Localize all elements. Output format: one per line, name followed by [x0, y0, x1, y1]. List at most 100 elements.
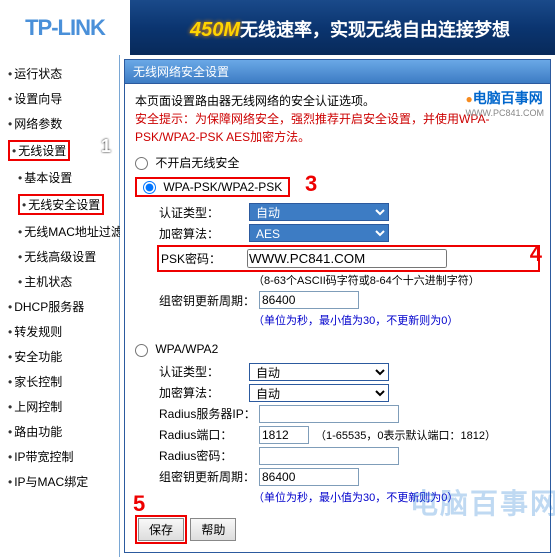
- sidebar-item-0[interactable]: •运行状态: [0, 61, 119, 86]
- sidebar-item-label: IP带宽控制: [14, 450, 73, 464]
- bullet-icon: •: [8, 117, 12, 131]
- radius-pw-label: Radius密码：: [159, 447, 259, 464]
- rekey-input[interactable]: [259, 291, 359, 309]
- wpa-rekey-hint: （单位为秒，最小值为30，不更新则为0）: [253, 489, 540, 505]
- bullet-icon: •: [8, 375, 12, 389]
- sidebar-item-11[interactable]: •安全功能: [0, 344, 119, 369]
- bullet-icon: •: [8, 67, 12, 81]
- annotation-5: 5: [133, 491, 145, 517]
- wpa-auth-select[interactable]: 自动: [249, 363, 389, 381]
- save-button[interactable]: 保存: [138, 518, 184, 541]
- sidebar-item-label: 设置向导: [14, 92, 62, 106]
- sidebar-item-9[interactable]: •DHCP服务器: [0, 294, 119, 319]
- wpa-rekey-label: 组密钥更新周期：: [159, 468, 259, 485]
- bullet-icon: •: [8, 475, 12, 489]
- psk-row: PSK密码：: [157, 245, 540, 272]
- radius-port-hint: （1-65535，0表示默认端口：1812）: [315, 427, 496, 443]
- header: TP-LINK 450M无线速率，实现无线自由连接梦想: [0, 0, 555, 55]
- sidebar-item-label: 安全功能: [14, 350, 62, 364]
- sidebar-item-label: DHCP服务器: [14, 300, 84, 314]
- sidebar-item-label: 无线MAC地址过滤: [24, 225, 123, 239]
- sidebar-item-4[interactable]: •基本设置: [0, 165, 119, 190]
- sidebar-item-label: 无线设置: [18, 144, 66, 158]
- sidebar-item-label: 网络参数: [14, 117, 62, 131]
- wpa-rekey-row: 组密钥更新周期：: [159, 468, 540, 486]
- enc-algo-select[interactable]: AES: [249, 224, 389, 242]
- watermark: ●电脑百事网 WWW.PC841.COM: [465, 88, 544, 118]
- wpa-enc-label: 加密算法：: [159, 384, 249, 401]
- opt-wpa-label: WPA/WPA2: [155, 342, 218, 356]
- sidebar-item-13[interactable]: •上网控制: [0, 394, 119, 419]
- sidebar-item-label: 家长控制: [14, 375, 62, 389]
- enc-algo-label: 加密算法：: [159, 225, 249, 242]
- radius-ip-row: Radius服务器IP：: [159, 405, 540, 423]
- sidebar-item-12[interactable]: •家长控制: [0, 369, 119, 394]
- banner-text: 450M无线速率，实现无线自由连接梦想: [190, 16, 510, 42]
- sidebar-item-label: 无线安全设置: [28, 198, 100, 212]
- sidebar-item-label: 主机状态: [24, 275, 72, 289]
- rekey-hint: （单位为秒，最小值为30，不更新则为0）: [253, 312, 540, 328]
- radius-ip-input[interactable]: [259, 405, 399, 423]
- bullet-icon: •: [8, 400, 12, 414]
- panel-body: ●电脑百事网 WWW.PC841.COM 本页面设置路由器无线网络的安全认证选项…: [124, 84, 551, 553]
- main-panel: 无线网络安全设置 ●电脑百事网 WWW.PC841.COM 本页面设置路由器无线…: [120, 55, 555, 557]
- sidebar-item-15[interactable]: •IP带宽控制: [0, 444, 119, 469]
- sidebar-item-label: 上网控制: [14, 400, 62, 414]
- sidebar-item-8[interactable]: •主机状态: [0, 269, 119, 294]
- bullet-icon: •: [18, 250, 22, 264]
- psk-input[interactable]: [247, 249, 447, 268]
- bullet-icon: •: [22, 198, 26, 212]
- radius-port-label: Radius端口：: [159, 426, 259, 443]
- wpa-enc-row: 加密算法： 自动: [159, 384, 540, 402]
- radio-none[interactable]: [135, 157, 148, 170]
- sidebar-item-14[interactable]: •路由功能: [0, 419, 119, 444]
- sidebar-item-1[interactable]: •设置向导: [0, 86, 119, 111]
- rekey-row: 组密钥更新周期：: [159, 291, 540, 309]
- sidebar-item-label: 转发规则: [14, 325, 62, 339]
- sidebar-item-6[interactable]: •无线MAC地址过滤: [0, 219, 119, 244]
- psk-hint: （8-63个ASCII码字符或8-64个十六进制字符）: [253, 272, 540, 288]
- sidebar-item-5[interactable]: •无线安全设置2: [0, 190, 119, 219]
- bullet-icon: •: [8, 350, 12, 364]
- sidebar-item-label: IP与MAC绑定: [14, 475, 88, 489]
- annotation-3: 3: [305, 171, 317, 197]
- radius-pw-input[interactable]: [259, 447, 399, 465]
- radius-ip-label: Radius服务器IP：: [159, 405, 259, 422]
- wpa-enc-select[interactable]: 自动: [249, 384, 389, 402]
- auth-type-row: 认证类型： 自动: [159, 203, 540, 221]
- opt-none-row[interactable]: 不开启无线安全: [135, 154, 540, 171]
- sidebar-item-10[interactable]: •转发规则: [0, 319, 119, 344]
- bullet-icon: •: [8, 425, 12, 439]
- sidebar-item-16[interactable]: •IP与MAC绑定: [0, 469, 119, 494]
- opt-wpapsk-row[interactable]: WPA-PSK/WPA2-PSK 3: [135, 177, 540, 197]
- help-button[interactable]: 帮助: [190, 518, 236, 541]
- annotation-4: 4: [530, 241, 542, 267]
- bullet-icon: •: [8, 450, 12, 464]
- sidebar: •运行状态•设置向导•网络参数•无线设置1•基本设置•无线安全设置2•无线MAC…: [0, 55, 120, 557]
- opt-wpa-row[interactable]: WPA/WPA2: [135, 342, 540, 356]
- radius-port-input[interactable]: [259, 426, 309, 444]
- button-row: 5 保存 帮助: [135, 515, 540, 544]
- sidebar-item-2[interactable]: •网络参数: [0, 111, 119, 136]
- wpa-auth-row: 认证类型： 自动: [159, 363, 540, 381]
- rekey-label: 组密钥更新周期：: [159, 292, 259, 309]
- logo: TP-LINK: [25, 15, 105, 41]
- bullet-icon: •: [8, 92, 12, 106]
- sidebar-item-3[interactable]: •无线设置 1: [0, 136, 119, 165]
- bullet-icon: •: [12, 144, 16, 158]
- opt-wpapsk-label: WPA-PSK/WPA2-PSK: [163, 180, 282, 194]
- sidebar-item-label: 运行状态: [14, 67, 62, 81]
- auth-type-select[interactable]: 自动: [249, 203, 389, 221]
- sidebar-item-label: 基本设置: [24, 171, 72, 185]
- radio-wpapsk[interactable]: [143, 181, 156, 194]
- sidebar-item-label: 路由功能: [14, 425, 62, 439]
- radio-wpa[interactable]: [135, 344, 148, 357]
- bullet-icon: •: [8, 325, 12, 339]
- bullet-icon: •: [18, 275, 22, 289]
- wpa-rekey-input[interactable]: [259, 468, 359, 486]
- wpa-auth-label: 认证类型：: [159, 363, 249, 380]
- annotation-1: 1: [101, 136, 111, 157]
- radius-pw-row: Radius密码：: [159, 447, 540, 465]
- bullet-icon: •: [8, 300, 12, 314]
- sidebar-item-7[interactable]: •无线高级设置: [0, 244, 119, 269]
